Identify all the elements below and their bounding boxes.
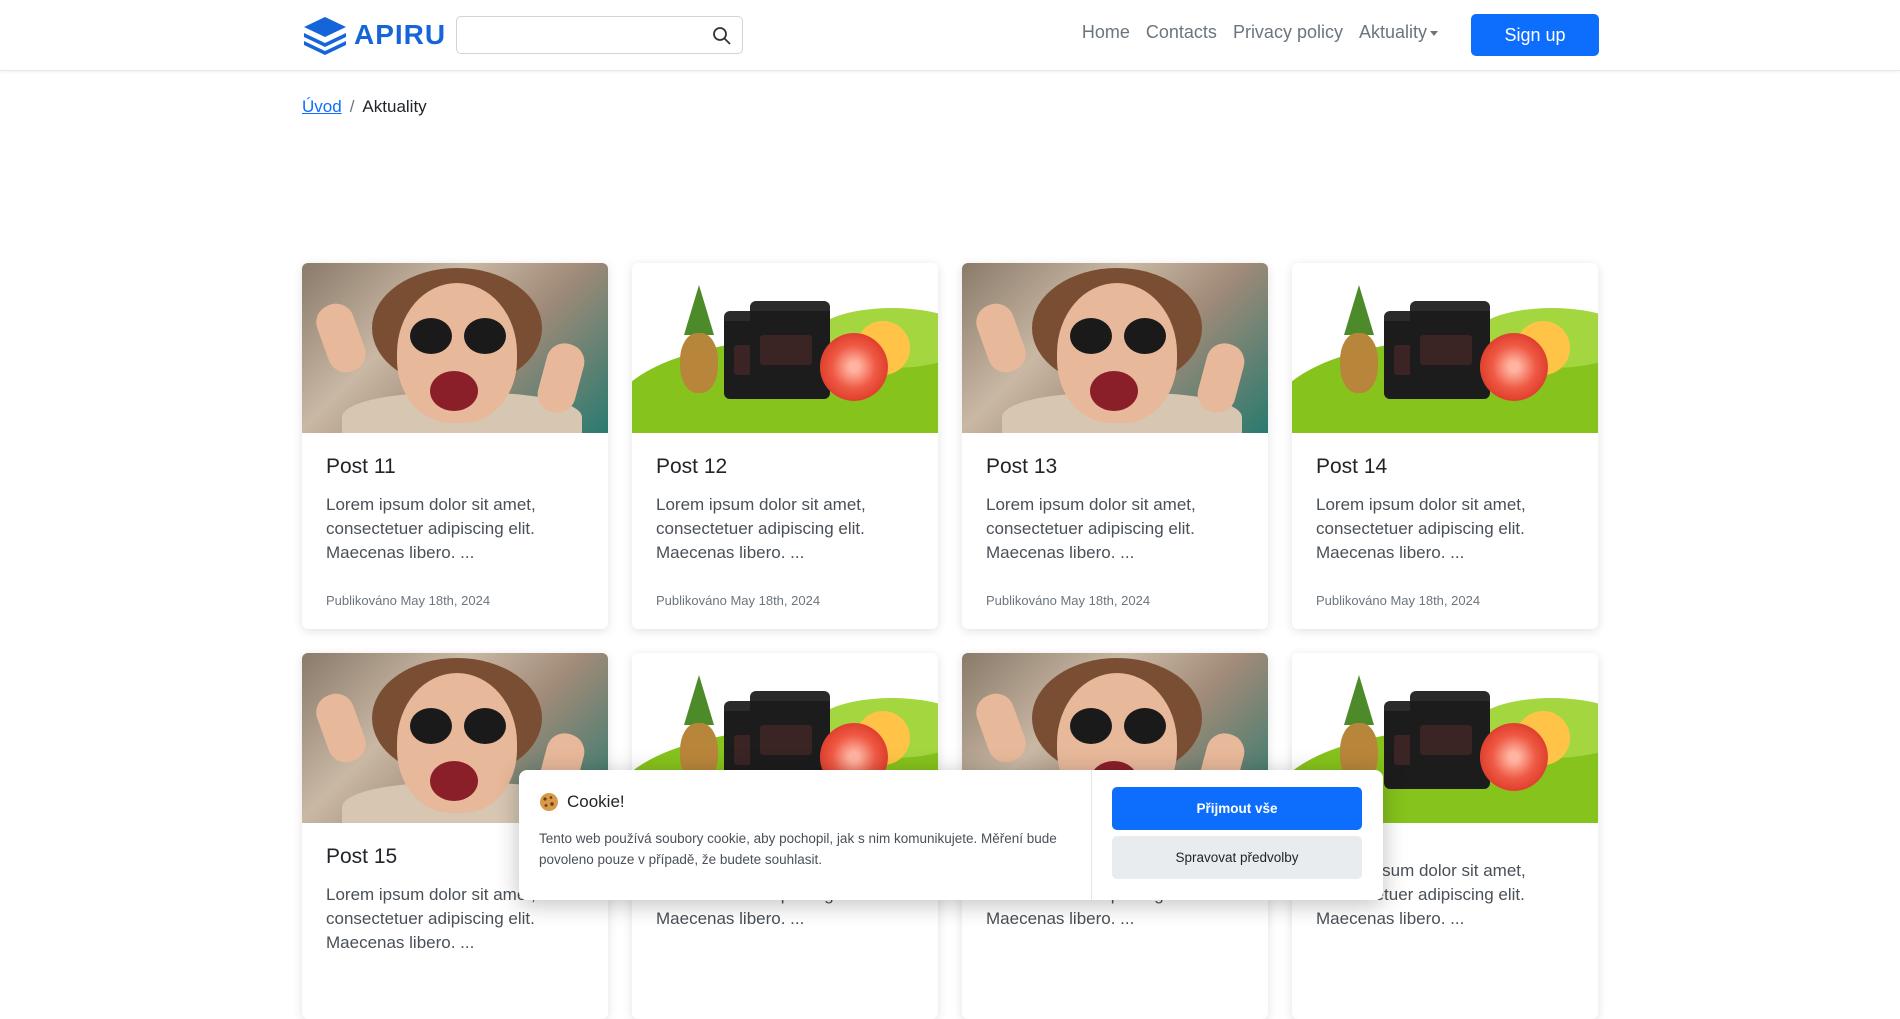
- nav-home[interactable]: Home: [1082, 22, 1130, 43]
- search-input[interactable]: [457, 17, 697, 51]
- post-title[interactable]: Post 14: [1316, 455, 1574, 479]
- nav-privacy-policy[interactable]: Privacy policy: [1233, 22, 1343, 43]
- breadcrumb: Úvod / Aktuality: [302, 97, 427, 117]
- post-excerpt: Lorem ipsum dolor sit amet, consectetuer…: [986, 495, 1196, 562]
- cookie-text: Tento web používá soubory cookie, aby po…: [539, 831, 1057, 867]
- cookie-title: Cookie!: [567, 792, 625, 811]
- post-image-product[interactable]: [632, 263, 938, 433]
- post-image-product[interactable]: [1292, 263, 1598, 433]
- search-box: [456, 16, 743, 54]
- post-image-woman[interactable]: [302, 263, 608, 433]
- post-excerpt: Lorem ipsum dolor sit amet, consectetuer…: [326, 495, 536, 562]
- nav-aktuality-label: Aktuality: [1358, 22, 1427, 42]
- post-card-body: Post 13 Lorem ipsum dolor sit amet, conse…: [962, 433, 1268, 629]
- main-nav: Home Contacts Privacy policy Aktuality: [1082, 22, 1438, 43]
- cookie-message: Cookie! Tento web používá soubory cookie…: [519, 770, 1091, 900]
- post-title[interactable]: Post 12: [656, 455, 914, 479]
- post-card-body: Post 12 Lorem ipsum dolor sit amet, conse…: [632, 433, 938, 629]
- brand-logo[interactable]: APIRU: [302, 14, 446, 56]
- post-published-date: Publikováno May 18th, 2024: [986, 593, 1151, 608]
- accept-all-button[interactable]: Přijmout vše: [1112, 787, 1362, 830]
- post-title[interactable]: Post 11: [326, 455, 584, 479]
- post-card-body: Post 11 Lorem ipsum dolor sit amet, conse…: [302, 433, 608, 629]
- sign-up-button[interactable]: Sign up: [1471, 14, 1599, 56]
- cookie-banner: Cookie! Tento web používá soubory cookie…: [519, 770, 1383, 900]
- post-card[interactable]: Post 12 Lorem ipsum dolor sit amet, conse…: [632, 263, 938, 629]
- post-published-date: Publikováno May 18th, 2024: [1316, 593, 1481, 608]
- post-image-woman[interactable]: [962, 263, 1268, 433]
- post-title[interactable]: Post 13: [986, 455, 1244, 479]
- navbar: APIRU Home Contacts Privacy policy Aktua…: [0, 0, 1900, 71]
- cookie-divider: [1091, 770, 1092, 900]
- breadcrumb-home-link[interactable]: Úvod: [302, 97, 342, 116]
- post-card[interactable]: Post 14 Lorem ipsum dolor sit amet, conse…: [1292, 263, 1598, 629]
- brand-name: APIRU: [354, 19, 447, 50]
- post-excerpt: Lorem ipsum dolor sit amet, consectetuer…: [656, 495, 866, 562]
- cookie-title-row: Cookie!: [539, 792, 1071, 812]
- search-icon[interactable]: [712, 26, 732, 46]
- caret-down-icon: [1430, 30, 1438, 36]
- post-card[interactable]: Post 13 Lorem ipsum dolor sit amet, conse…: [962, 263, 1268, 629]
- nav-aktuality-dropdown[interactable]: Aktuality: [1359, 22, 1438, 43]
- breadcrumb-separator: /: [349, 97, 355, 116]
- post-card[interactable]: Post 11 Lorem ipsum dolor sit amet, conse…: [302, 263, 608, 629]
- posts-grid: Post 11 Lorem ipsum dolor sit amet, conse…: [302, 263, 1600, 1019]
- post-published-date: Publikováno May 18th, 2024: [656, 593, 821, 608]
- post-excerpt: Lorem ipsum dolor sit amet, consectetuer…: [1316, 495, 1526, 562]
- post-card-body: Post 14 Lorem ipsum dolor sit amet, conse…: [1292, 433, 1598, 629]
- stack-logo-icon: [304, 17, 346, 55]
- breadcrumb-current: Aktuality: [362, 97, 427, 116]
- manage-preferences-button[interactable]: Spravovat předvolby: [1112, 836, 1362, 879]
- nav-contacts[interactable]: Contacts: [1146, 22, 1217, 43]
- cookie-icon: [540, 793, 558, 811]
- post-published-date: Publikováno May 18th, 2024: [326, 593, 491, 608]
